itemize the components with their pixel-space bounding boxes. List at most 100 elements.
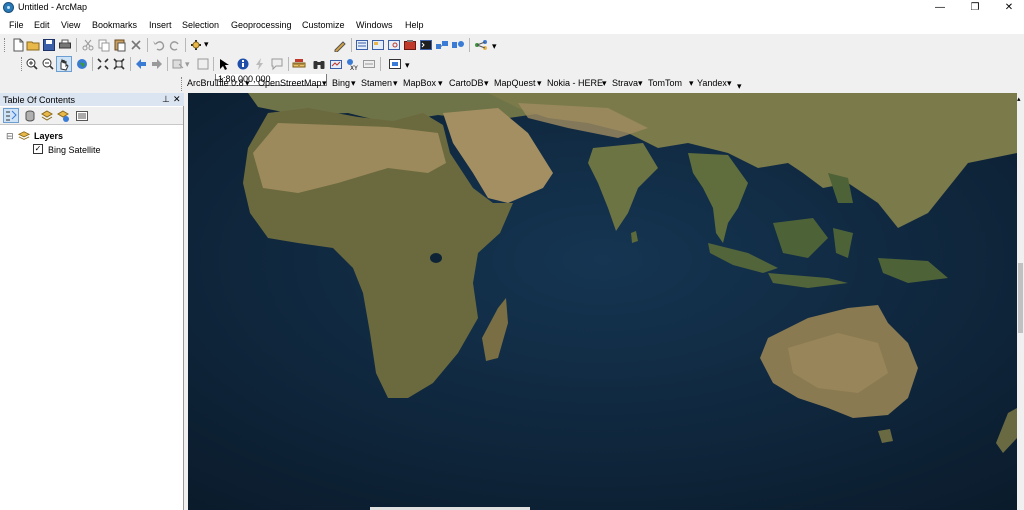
tile-menu-dropdown-icon[interactable]: ▾ <box>484 78 489 89</box>
collapse-layers-icon[interactable]: ⊟ <box>6 131 14 142</box>
clear-selection-icon[interactable] <box>196 57 210 71</box>
tile-menu-arcbrutile[interactable]: ArcBruTile 0.8 <box>187 78 244 88</box>
map-display[interactable] <box>188 93 1017 510</box>
tile-menu-dropdown-icon[interactable]: ▾ <box>602 78 607 89</box>
python-window-icon[interactable] <box>419 38 433 52</box>
layer-name-bing-satellite[interactable]: Bing Satellite <box>48 145 101 155</box>
tile-menu-dropdown-icon[interactable]: ▾ <box>351 78 356 89</box>
tile-menu-cartodb[interactable]: CartoDB <box>449 78 484 88</box>
undo-icon[interactable] <box>152 38 166 52</box>
select-dropdown-icon[interactable]: ▾ <box>185 59 190 70</box>
identify-icon[interactable] <box>236 57 250 71</box>
go-to-xy-icon[interactable]: XY <box>345 57 359 71</box>
minimize-button[interactable]: — <box>925 0 955 16</box>
toolbar-overflow-icon[interactable]: ▾ <box>737 81 742 92</box>
pin-icon[interactable]: ⊥ <box>162 94 170 105</box>
add-data-dropdown-icon[interactable]: ▾ <box>204 39 209 50</box>
toolbar-grip[interactable] <box>4 38 8 52</box>
list-by-visibility-icon[interactable] <box>40 109 54 123</box>
tile-menu-tomtom[interactable]: TomTom <box>648 78 682 88</box>
back-arrow-icon[interactable] <box>134 57 148 71</box>
toolbar-grip[interactable] <box>181 77 185 91</box>
list-by-selection-icon[interactable] <box>56 109 70 123</box>
fixed-zoom-out-icon[interactable] <box>112 57 126 71</box>
save-icon[interactable] <box>42 38 56 52</box>
list-by-source-icon[interactable] <box>23 109 37 123</box>
tile-menu-mapquest[interactable]: MapQuest <box>494 78 536 88</box>
menu-customize[interactable]: Customize <box>302 20 345 30</box>
menu-selection[interactable]: Selection <box>182 20 219 30</box>
hyperlink-lightning-icon[interactable] <box>253 57 267 71</box>
cut-icon[interactable] <box>81 38 95 52</box>
find-route-icon[interactable] <box>329 57 343 71</box>
tile-menu-mapbox[interactable]: MapBox <box>403 78 436 88</box>
catalog-window-icon[interactable] <box>371 38 385 52</box>
whats-this-icon[interactable] <box>451 38 465 52</box>
tile-menu-dropdown-icon[interactable]: ▾ <box>438 78 443 89</box>
menu-view[interactable]: View <box>61 20 80 30</box>
tile-menu-dropdown-icon[interactable]: ▾ <box>393 78 398 89</box>
list-by-drawing-order-icon[interactable] <box>3 108 19 123</box>
redo-icon[interactable] <box>168 38 182 52</box>
open-folder-icon[interactable] <box>26 38 40 52</box>
vertical-scrollbar[interactable]: ▴ <box>1017 93 1024 510</box>
scrollbar-thumb[interactable] <box>1018 263 1023 333</box>
tile-menu-openstreetmap[interactable]: OpenStreetMap <box>258 78 322 88</box>
arctoolbox-icon[interactable] <box>403 38 417 52</box>
menu-windows[interactable]: Windows <box>356 20 393 30</box>
menu-bookmarks[interactable]: Bookmarks <box>92 20 137 30</box>
tile-menu-bing[interactable]: Bing <box>332 78 350 88</box>
new-document-icon[interactable] <box>11 38 25 52</box>
close-button[interactable]: ✕ <box>994 0 1024 16</box>
menu-file[interactable]: File <box>9 20 24 30</box>
tile-menu-dropdown-icon[interactable]: ▾ <box>322 78 327 89</box>
time-slider-icon[interactable] <box>362 57 376 71</box>
tile-menu-dropdown-icon[interactable]: ▾ <box>537 78 542 89</box>
find-binoculars-icon[interactable] <box>312 57 326 71</box>
tile-menu-strava[interactable]: Strava <box>612 78 638 88</box>
menu-help[interactable]: Help <box>405 20 424 30</box>
tile-menu-dropdown-icon[interactable]: ▾ <box>727 78 732 89</box>
pan-hand-icon[interactable] <box>56 56 72 72</box>
toc-options-icon[interactable] <box>75 109 89 123</box>
tools-toolbar: ▾ XY ▾ <box>0 54 420 74</box>
html-popup-icon[interactable] <box>270 57 284 71</box>
tile-menu-nokia-here[interactable]: Nokia - HERE <box>547 78 603 88</box>
layer-visibility-checkbox[interactable]: ✓ <box>33 144 43 154</box>
forward-arrow-icon[interactable] <box>150 57 164 71</box>
toc-close-icon[interactable]: ✕ <box>173 94 181 105</box>
tile-menu-dropdown-icon[interactable]: ▾ <box>638 78 643 89</box>
toolbar-overflow-icon[interactable]: ▾ <box>405 60 410 71</box>
search-window-icon[interactable] <box>387 38 401 52</box>
add-data-icon[interactable] <box>189 38 203 52</box>
tile-menu-stamen[interactable]: Stamen <box>361 78 392 88</box>
menu-edit[interactable]: Edit <box>34 20 50 30</box>
create-viewer-window-icon[interactable] <box>388 57 402 71</box>
toolbar-overflow-icon[interactable]: ▾ <box>492 41 497 52</box>
full-extent-globe-icon[interactable] <box>75 57 89 71</box>
delete-icon[interactable] <box>129 38 143 52</box>
network-tool-icon[interactable] <box>474 38 488 52</box>
zoom-out-icon[interactable] <box>41 57 55 71</box>
copy-icon[interactable] <box>97 38 111 52</box>
close-icon: ✕ <box>1004 2 1014 13</box>
restore-button[interactable]: ❐ <box>960 0 990 16</box>
tile-menu-yandex[interactable]: Yandex <box>697 78 727 88</box>
editor-toolbar-icon[interactable] <box>333 38 347 52</box>
tile-menu-dropdown-icon[interactable]: ▾ <box>245 78 250 89</box>
table-of-contents-icon[interactable] <box>355 38 369 52</box>
paste-icon[interactable] <box>113 38 127 52</box>
modelbuilder-icon[interactable] <box>435 38 449 52</box>
restore-icon: ❐ <box>970 2 980 13</box>
menu-geoprocessing[interactable]: Geoprocessing <box>231 20 292 30</box>
scroll-up-icon[interactable]: ▴ <box>1017 95 1021 103</box>
tile-menu-dropdown-icon[interactable]: ▾ <box>689 78 694 89</box>
fixed-zoom-in-icon[interactable] <box>96 57 110 71</box>
print-icon[interactable] <box>58 38 72 52</box>
measure-ruler-icon[interactable] <box>292 57 306 71</box>
select-features-icon[interactable] <box>171 57 185 71</box>
data-frame-label[interactable]: Layers <box>34 131 63 141</box>
select-elements-arrow-icon[interactable] <box>217 57 231 71</box>
zoom-in-icon[interactable] <box>25 57 39 71</box>
menu-insert[interactable]: Insert <box>149 20 172 30</box>
